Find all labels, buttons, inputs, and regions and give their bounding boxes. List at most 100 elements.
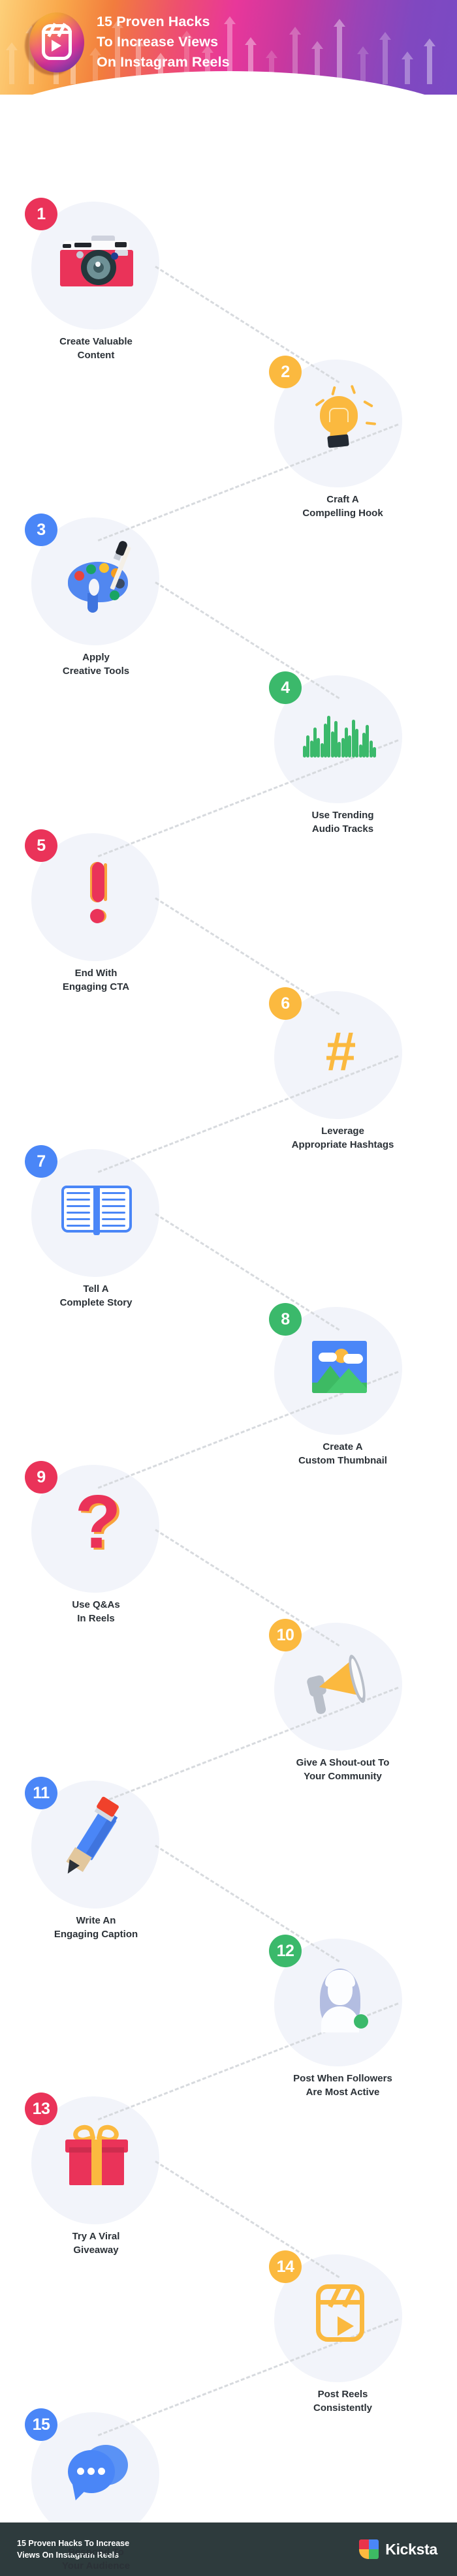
step-label-line-1: Apply (82, 652, 110, 663)
step-label-line-1: Craft A (326, 494, 359, 505)
title-line-3: On Instagram Reels (97, 54, 230, 70)
step-number-badge: 1 (25, 198, 57, 230)
step-label: Tell A Complete Story (1, 1282, 191, 1310)
step-number: 13 (32, 2099, 50, 2118)
step-item-8: 8 Create A Custom Thumbnail (0, 1303, 457, 1479)
open-book-icon (57, 1170, 136, 1248)
step-number-badge: 2 (269, 356, 302, 388)
step-item-9: ? 9 Use Q&As In Reels (0, 1461, 457, 1637)
step-label-line-2: Engaging Caption (54, 1929, 138, 1940)
step-label-line-1: Create A (323, 1441, 363, 1452)
step-item-10: 10 Give A Shout-out To Your Community (0, 1619, 457, 1795)
step-number: 3 (37, 520, 46, 539)
step-label: Leverage Appropriate Hashtags (248, 1124, 437, 1152)
lightbulb-icon (300, 380, 379, 459)
step-label: Post When Followers Are Most Active (248, 2072, 437, 2099)
step-label-line-2: Are Most Active (306, 2087, 380, 2098)
step-label-line-1: Use Q&As (72, 1599, 120, 1610)
photo-icon (300, 1328, 379, 1406)
step-label-line-1: Tell A (83, 1283, 109, 1295)
step-number: 4 (281, 678, 290, 697)
step-label: Try A Viral Giveaway (1, 2230, 191, 2257)
step-label: Apply Creative Tools (1, 651, 191, 678)
step-label-line-2: Engaging CTA (62, 981, 130, 992)
step-item-14: 14 Post Reels Consistently (0, 2250, 457, 2427)
step-item-11: 11 Write An Engaging Caption (0, 1777, 457, 1953)
reels-outline-icon (300, 2275, 379, 2354)
step-number-badge: 5 (25, 829, 57, 862)
step-label-line-1: Post Reels (317, 2389, 368, 2400)
step-number-badge: 12 (269, 1935, 302, 1967)
step-label: Respond To Your Audience (1, 2545, 191, 2573)
step-number-badge: 9 (25, 1461, 57, 1494)
step-item-4: 4 Use Trending Audio Tracks (0, 671, 457, 848)
step-label-line-1: Write An (76, 1915, 116, 1926)
gift-icon (57, 2117, 136, 2196)
megaphone-icon (300, 1644, 379, 1722)
step-number: 5 (37, 836, 46, 855)
step-number-badge: 13 (25, 2093, 57, 2125)
step-number-badge: 7 (25, 1145, 57, 1178)
question-mark-icon: ? (74, 1479, 121, 1564)
step-label: Use Trending Audio Tracks (248, 808, 437, 836)
person-avatar-icon (300, 1959, 379, 2038)
page-title: 15 Proven Hacks To Increase Views On Ins… (97, 12, 449, 72)
step-number-badge: 3 (25, 514, 57, 546)
step-item-5: 5 End With Engaging CTA (0, 829, 457, 1005)
audio-waveform-icon (300, 696, 379, 774)
step-label-line-1: Respond To (68, 2547, 124, 2558)
step-item-12: 12 Post When Followers Are Most Active (0, 1935, 457, 2111)
step-number: 9 (37, 1467, 46, 1486)
header-banner: 15 Proven Hacks To Increase Views On Ins… (0, 0, 457, 95)
step-number-badge: 4 (269, 671, 302, 704)
kicksta-logo-icon (359, 2539, 379, 2559)
step-label-line-2: Creative Tools (62, 666, 130, 677)
step-label-line-2: Appropriate Hashtags (291, 1139, 394, 1150)
step-label-line-1: Leverage (321, 1126, 364, 1137)
step-label-line-1: Post When Followers (293, 2073, 392, 2084)
step-label-line-1: Use Trending (311, 810, 374, 821)
step-label: Create Valuable Content (1, 335, 191, 362)
step-label-line-2: Audio Tracks (311, 823, 374, 835)
step-label-line-2: In Reels (77, 1613, 115, 1624)
step-label-line-2: Giveaway (73, 2245, 119, 2256)
paint-palette-icon (57, 538, 136, 617)
pencil-icon (57, 1796, 136, 1880)
step-number-badge: 14 (269, 2250, 302, 2283)
step-number-badge: 15 (25, 2408, 57, 2441)
step-label-line-2: Your Audience (61, 2560, 131, 2571)
brand-name: Kicksta (385, 2540, 437, 2558)
step-number: 11 (33, 1783, 50, 1802)
step-label: Give A Shout-out To Your Community (248, 1756, 437, 1783)
title-line-2: To Increase Views (97, 34, 219, 50)
step-label-line-1: Try A Viral (72, 2231, 120, 2242)
infographic-page: 15 Proven Hacks To Increase Views On Ins… (0, 0, 457, 2576)
step-number: 15 (32, 2415, 50, 2434)
step-label-line-2: Consistently (313, 2402, 372, 2414)
brand-logo[interactable]: Kicksta (359, 2539, 437, 2559)
hashtag-icon: # (325, 1020, 356, 1082)
step-number-badge: 11 (25, 1777, 57, 1809)
exclamation-mark-icon (57, 854, 136, 932)
step-number: 12 (276, 1941, 294, 1960)
step-label-line-2: Custom Thumbnail (298, 1455, 387, 1466)
step-number: 10 (276, 1625, 294, 1644)
step-item-13: 13 Try A Viral Giveaway (0, 2093, 457, 2269)
step-item-6: #6 Leverage Appropriate Hashtags (0, 987, 457, 1163)
step-number: 8 (281, 1310, 290, 1328)
step-item-2: 2 Craft A Compelling Hook (0, 356, 457, 532)
step-label-line-2: Your Community (304, 1771, 382, 1782)
step-number-badge: 8 (269, 1303, 302, 1336)
step-number: 6 (281, 994, 290, 1013)
step-label: Create A Custom Thumbnail (248, 1440, 437, 1467)
step-number: 2 (281, 362, 290, 381)
step-label-line-1: Create Valuable (59, 336, 133, 347)
step-label-line-1: End With (74, 968, 118, 979)
step-label-line-2: Content (77, 350, 115, 361)
camera-icon (57, 222, 136, 301)
step-label-line-2: Complete Story (59, 1297, 133, 1308)
step-item-7: 7 Tell A Complete Story (0, 1145, 457, 1321)
title-line-1: 15 Proven Hacks (97, 14, 210, 29)
chat-bubble-icon (57, 2433, 136, 2511)
step-number-badge: 10 (269, 1619, 302, 1651)
